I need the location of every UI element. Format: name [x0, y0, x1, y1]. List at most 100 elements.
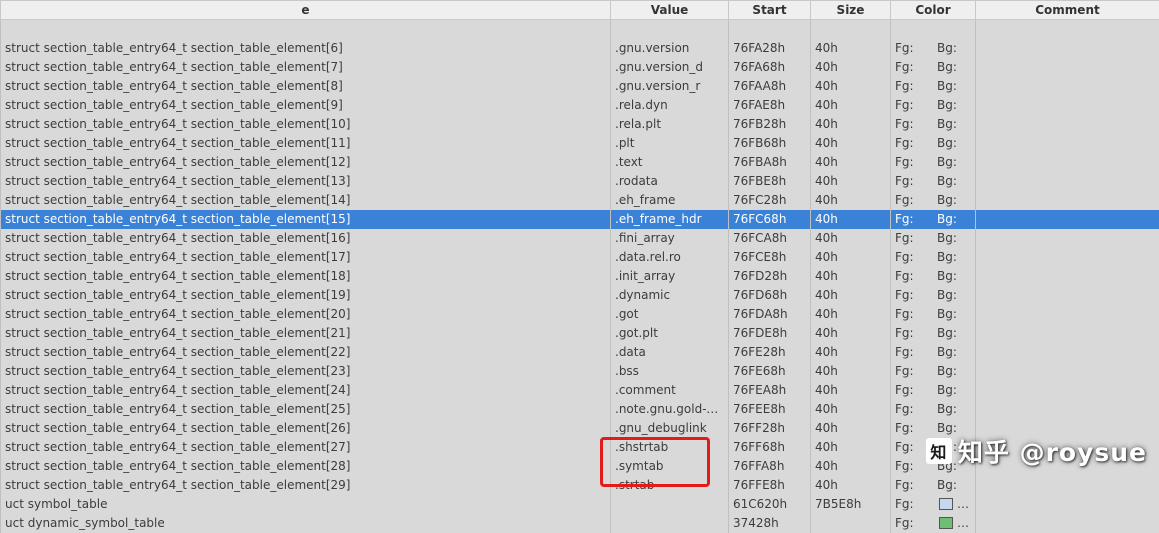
table-row[interactable]: struct section_table_entry64_t section_t…	[1, 115, 1159, 134]
table-row[interactable]: struct section_table_entry64_t section_t…	[1, 362, 1159, 381]
cell-value: .got.plt	[611, 324, 729, 343]
bg-label: Bg:	[937, 419, 957, 438]
cell-start: 76FA68h	[729, 58, 811, 77]
header-color[interactable]: Color	[891, 1, 976, 20]
table-row[interactable]: uct symbol_table61C620h7B5E8hFg: Bg:	[1, 495, 1159, 514]
cell-comment	[976, 381, 1159, 400]
cell-value: .text	[611, 153, 729, 172]
cell-color: Fg:Bg:	[891, 248, 976, 267]
fg-label: Fg:	[895, 438, 937, 457]
cell-comment	[976, 191, 1159, 210]
table-row[interactable]: struct section_table_entry64_t section_t…	[1, 210, 1159, 229]
cell-value: .gnu.version_d	[611, 58, 729, 77]
cell-size: 40h	[811, 191, 891, 210]
cell-size: 40h	[811, 134, 891, 153]
cell-color: Fg:Bg:	[891, 362, 976, 381]
fg-label: Fg:	[895, 286, 937, 305]
table-row[interactable]: struct section_table_entry64_t section_t…	[1, 438, 1159, 457]
cell-size: 40h	[811, 438, 891, 457]
cell-name: uct symbol_table	[1, 495, 611, 514]
table-row[interactable]: struct section_table_entry64_t section_t…	[1, 286, 1159, 305]
cell-size: 40h	[811, 229, 891, 248]
cell-name: struct section_table_entry64_t section_t…	[1, 286, 611, 305]
cell-start: 76FBE8h	[729, 172, 811, 191]
table-row[interactable]: struct section_table_entry64_t section_t…	[1, 381, 1159, 400]
fg-label: Fg:	[895, 134, 937, 153]
cell-size: 40h	[811, 115, 891, 134]
cell-color: Fg:Bg:	[891, 419, 976, 438]
cell-color: Fg:Bg:	[891, 58, 976, 77]
fg-label: Fg:	[895, 495, 937, 514]
table-row[interactable]: struct section_table_entry64_t section_t…	[1, 229, 1159, 248]
cell-comment	[976, 153, 1159, 172]
cell-size: 40h	[811, 362, 891, 381]
table-row[interactable]: struct section_table_entry64_t section_t…	[1, 134, 1159, 153]
table-row[interactable]: struct section_table_entry64_t section_t…	[1, 324, 1159, 343]
cell-name: struct section_table_entry64_t section_t…	[1, 457, 611, 476]
section-table[interactable]: e Value Start Size Color Comment struct …	[0, 0, 1159, 533]
cell-name: struct section_table_entry64_t section_t…	[1, 362, 611, 381]
header-size[interactable]: Size	[811, 1, 891, 20]
cell-start: 76FEA8h	[729, 381, 811, 400]
header-name[interactable]: e	[1, 1, 611, 20]
cell-size: 40h	[811, 419, 891, 438]
cell-name: struct section_table_entry64_t section_t…	[1, 305, 611, 324]
table-row[interactable]: struct section_table_entry64_t section_t…	[1, 77, 1159, 96]
bg-label: Bg:	[937, 210, 957, 229]
cell-comment	[976, 438, 1159, 457]
bg-label: Bg:	[937, 172, 957, 191]
cell-name: struct section_table_entry64_t section_t…	[1, 96, 611, 115]
cell-color: Fg:Bg:	[891, 457, 976, 476]
header-value[interactable]: Value	[611, 1, 729, 20]
cell-size: 40h	[811, 476, 891, 495]
bg-label: Bg:	[937, 343, 957, 362]
table-row[interactable]: struct section_table_entry64_t section_t…	[1, 39, 1159, 58]
cell-value: .comment	[611, 381, 729, 400]
cell-size: 40h	[811, 305, 891, 324]
cell-name: struct section_table_entry64_t section_t…	[1, 115, 611, 134]
cell-size: 7B5E8h	[811, 495, 891, 514]
bg-label: Bg:	[937, 267, 957, 286]
table-row-truncated[interactable]	[1, 20, 1159, 39]
cell-color: Fg:Bg:	[891, 115, 976, 134]
cell-start: 76FFE8h	[729, 476, 811, 495]
table-row[interactable]: struct section_table_entry64_t section_t…	[1, 419, 1159, 438]
table-row[interactable]: struct section_table_entry64_t section_t…	[1, 305, 1159, 324]
table-row[interactable]: struct section_table_entry64_t section_t…	[1, 172, 1159, 191]
cell-value: .strtab	[611, 476, 729, 495]
cell-color: Fg: Bg:	[891, 495, 976, 514]
cell-start: 76FBA8h	[729, 153, 811, 172]
table-row[interactable]: struct section_table_entry64_t section_t…	[1, 153, 1159, 172]
bg-label: Bg:	[937, 400, 957, 419]
cell-value: .rela.plt	[611, 115, 729, 134]
cell-start: 76FAE8h	[729, 96, 811, 115]
bg-label: Bg:	[937, 153, 957, 172]
table-row[interactable]: struct section_table_entry64_t section_t…	[1, 457, 1159, 476]
cell-start: 76FF68h	[729, 438, 811, 457]
header-comment[interactable]: Comment	[976, 1, 1159, 20]
table-row[interactable]: struct section_table_entry64_t section_t…	[1, 191, 1159, 210]
cell-size: 40h	[811, 210, 891, 229]
table-row[interactable]: struct section_table_entry64_t section_t…	[1, 248, 1159, 267]
header-start[interactable]: Start	[729, 1, 811, 20]
cell-comment	[976, 39, 1159, 58]
cell-comment	[976, 172, 1159, 191]
table-row[interactable]: struct section_table_entry64_t section_t…	[1, 58, 1159, 77]
cell-comment	[976, 457, 1159, 476]
cell-size: 40h	[811, 286, 891, 305]
table-header[interactable]: e Value Start Size Color Comment	[1, 1, 1159, 20]
table-row[interactable]: struct section_table_entry64_t section_t…	[1, 96, 1159, 115]
fg-label: Fg:	[895, 210, 937, 229]
cell-value: .bss	[611, 362, 729, 381]
table-row[interactable]: struct section_table_entry64_t section_t…	[1, 343, 1159, 362]
fg-label: Fg:	[895, 191, 937, 210]
table-row[interactable]: struct section_table_entry64_t section_t…	[1, 400, 1159, 419]
table-row[interactable]: uct dynamic_symbol_table37428hFg: Bg:	[1, 514, 1159, 533]
cell-size: 40h	[811, 457, 891, 476]
fg-swatch	[939, 517, 953, 529]
table-row[interactable]: struct section_table_entry64_t section_t…	[1, 476, 1159, 495]
cell-start: 76FE28h	[729, 343, 811, 362]
table-row[interactable]: struct section_table_entry64_t section_t…	[1, 267, 1159, 286]
cell-size: 40h	[811, 58, 891, 77]
bg-label: Bg:	[937, 305, 957, 324]
